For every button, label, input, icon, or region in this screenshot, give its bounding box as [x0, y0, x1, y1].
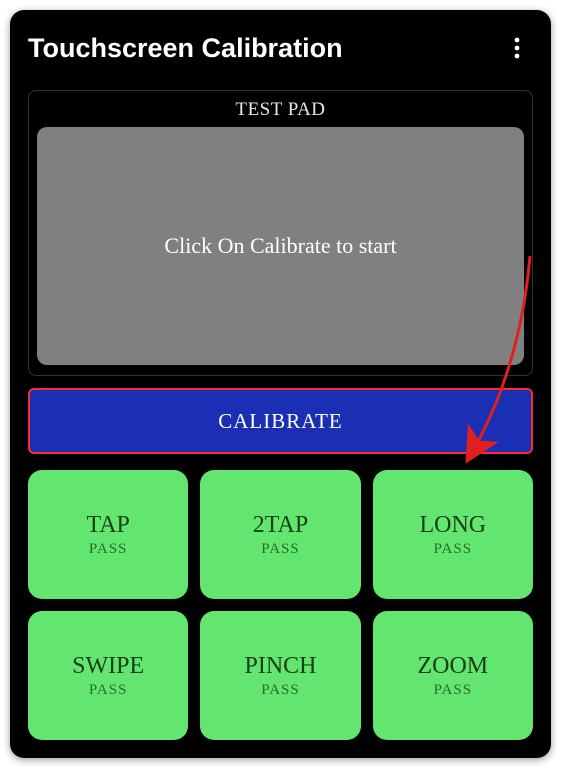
app-frame: Touchscreen Calibration TEST PAD Click O…: [10, 10, 551, 758]
tile-title: SWIPE: [72, 653, 144, 680]
tile-2tap: 2TAP PASS: [200, 470, 360, 599]
calibrate-button[interactable]: CALIBRATE: [28, 388, 533, 454]
tile-status: PASS: [261, 682, 299, 699]
more-options-button[interactable]: [501, 32, 533, 64]
test-pad-container: TEST PAD Click On Calibrate to start: [28, 90, 533, 376]
tile-zoom: ZOOM PASS: [373, 611, 533, 740]
tile-status: PASS: [89, 682, 127, 699]
tile-title: TAP: [86, 512, 129, 539]
test-pad-label: TEST PAD: [37, 99, 524, 121]
tile-title: PINCH: [244, 653, 316, 680]
app-header: Touchscreen Calibration: [28, 24, 533, 72]
tile-title: 2TAP: [253, 512, 308, 539]
page-title: Touchscreen Calibration: [28, 33, 343, 64]
tile-status: PASS: [434, 541, 472, 558]
tile-title: ZOOM: [417, 653, 488, 680]
results-grid: TAP PASS 2TAP PASS LONG PASS SWIPE PASS …: [28, 470, 533, 740]
tile-tap: TAP PASS: [28, 470, 188, 599]
tile-status: PASS: [434, 682, 472, 699]
tile-long: LONG PASS: [373, 470, 533, 599]
more-vertical-icon: [514, 37, 520, 59]
tile-pinch: PINCH PASS: [200, 611, 360, 740]
tile-title: LONG: [419, 512, 486, 539]
test-pad-message: Click On Calibrate to start: [164, 233, 396, 259]
calibrate-button-label: CALIBRATE: [218, 409, 343, 434]
test-pad-area[interactable]: Click On Calibrate to start: [37, 127, 524, 365]
tile-status: PASS: [261, 541, 299, 558]
tile-swipe: SWIPE PASS: [28, 611, 188, 740]
tile-status: PASS: [89, 541, 127, 558]
